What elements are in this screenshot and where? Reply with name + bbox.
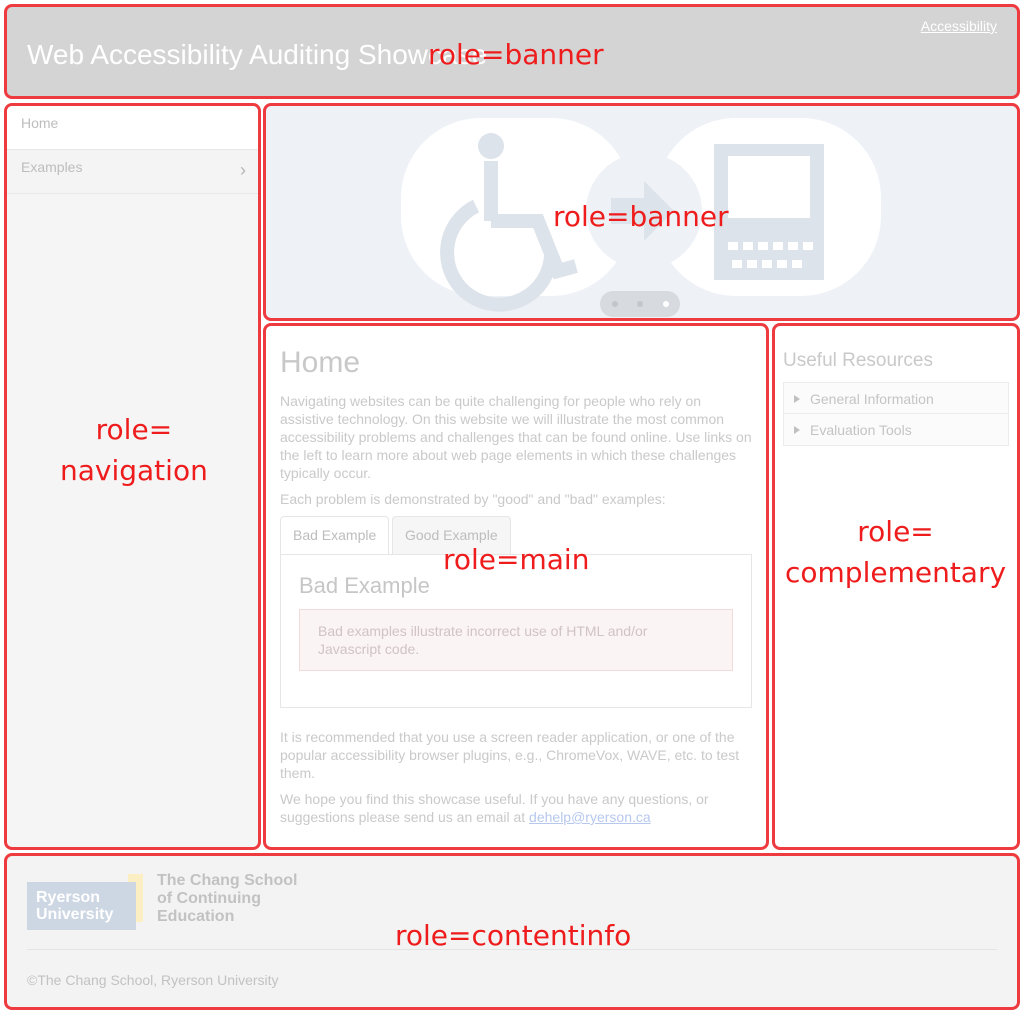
- role-label-contentinfo: role=contentinfo: [395, 919, 632, 952]
- school-line: of Continuing: [157, 890, 261, 907]
- intro-paragraph: Navigating websites can be quite challen…: [280, 393, 752, 481]
- role-label-line: role=: [95, 413, 173, 446]
- contact-paragraph: We hope you find this showcase useful. I…: [280, 790, 752, 826]
- role-label-banner-header: role=banner: [428, 38, 604, 71]
- computer-icon: [714, 144, 824, 280]
- role-label-line: role=: [857, 515, 934, 548]
- accessibility-link[interactable]: Accessibility: [921, 18, 997, 34]
- carousel-dot-active[interactable]: [663, 301, 669, 307]
- copyright-text: ©The Chang School, Ryerson University: [27, 972, 279, 988]
- ryerson-logo: Ryerson University: [27, 882, 136, 930]
- caret-right-icon: [794, 395, 800, 403]
- page-title: Home: [280, 346, 361, 379]
- chang-school-name: The Chang School of Continuing Education: [157, 872, 297, 926]
- tab-bad-example[interactable]: Bad Example: [280, 516, 390, 554]
- nav-item-examples[interactable]: Examples ›: [7, 150, 258, 194]
- carousel-indicators: [600, 291, 680, 317]
- school-line: The Chang School: [157, 872, 298, 889]
- role-label-line: navigation: [60, 453, 208, 487]
- logo-line: Ryerson: [36, 889, 101, 906]
- site-title: Web Accessibility Auditing Showcase: [27, 39, 488, 70]
- caret-right-icon: [794, 426, 800, 434]
- examples-note: Each problem is demonstrated by "good" a…: [280, 491, 666, 507]
- nav-item-label: Examples: [21, 159, 83, 175]
- resource-evaluation-tools[interactable]: Evaluation Tools: [783, 414, 1009, 446]
- role-label-complementary: role= complementary: [785, 512, 1006, 593]
- school-line: Education: [157, 908, 235, 925]
- nav-item-label: Home: [21, 115, 59, 131]
- role-label-main: role=main: [443, 543, 590, 576]
- resources-heading: Useful Resources: [783, 350, 933, 371]
- email-link[interactable]: dehelp@ryerson.ca: [529, 809, 651, 825]
- nav-item-home[interactable]: Home: [7, 106, 258, 150]
- logo-text: Ryerson University: [36, 889, 113, 923]
- role-label-banner-carousel: role=banner: [553, 200, 729, 233]
- role-label-line: complementary: [785, 555, 1007, 589]
- chevron-right-icon: ›: [240, 160, 246, 180]
- logo-line: University: [36, 906, 114, 923]
- carousel-dot[interactable]: [637, 301, 643, 307]
- resource-label: Evaluation Tools: [810, 422, 912, 438]
- panel-alert: Bad examples illustrate incorrect use of…: [299, 609, 733, 671]
- main-content: Home Navigating websites can be quite ch…: [263, 323, 769, 850]
- carousel-dot[interactable]: [612, 301, 618, 307]
- resource-general-information[interactable]: General Information: [783, 382, 1009, 414]
- recommend-paragraph: It is recommended that you use a screen …: [280, 729, 740, 781]
- role-label-navigation: role= navigation: [60, 410, 208, 491]
- resource-label: General Information: [810, 391, 934, 407]
